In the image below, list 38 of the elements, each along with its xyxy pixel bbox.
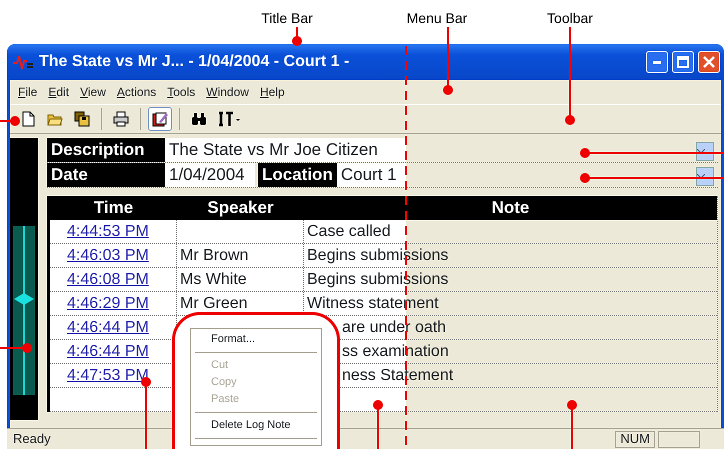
- column-header: Speaker: [206, 197, 275, 220]
- column-header: Note: [490, 197, 530, 220]
- menu-item[interactable]: Tools: [163, 83, 202, 101]
- status-indicator: NUM: [615, 430, 655, 448]
- table-cell-text: Begins submissions: [307, 270, 448, 290]
- menu-item[interactable]: Delete Log Note: [191, 417, 321, 434]
- field-label: Date: [47, 163, 165, 187]
- date-field[interactable]: 1/04/2004: [165, 163, 255, 187]
- time-link[interactable]: 4:46:29 PM: [53, 292, 149, 316]
- field-label: Location: [258, 163, 337, 187]
- table-cell-text: Mr Brown: [180, 246, 248, 266]
- time-link[interactable]: 4:44:53 PM: [53, 220, 149, 244]
- table-cell-text: Begins submissions: [307, 246, 448, 266]
- time-link[interactable]: 4:46:08 PM: [53, 268, 149, 292]
- menu-item[interactable]: Edit: [44, 83, 76, 101]
- menu-item[interactable]: View: [76, 83, 113, 101]
- field-label: Description: [47, 138, 165, 162]
- table-cell-text: ness Statement: [342, 366, 454, 386]
- table-cell-text: Mr Green: [180, 294, 248, 314]
- time-link[interactable]: 4:46:44 PM: [53, 340, 149, 364]
- menu-item[interactable]: File: [14, 83, 44, 101]
- location-field[interactable]: Court 1: [340, 162, 397, 188]
- callout-label: Title Bar: [261, 9, 313, 28]
- callout-label: Toolbar: [547, 9, 593, 28]
- table-cell-text: Case called: [307, 222, 391, 242]
- menu-item[interactable]: Help: [256, 83, 292, 101]
- menu-item[interactable]: Format...: [191, 331, 321, 348]
- menu-item[interactable]: Actions: [112, 83, 164, 101]
- table-cell-text: are under oath: [342, 318, 446, 338]
- table-cell-text: Witness statement: [307, 294, 439, 314]
- table-cell-text: Ms White: [180, 270, 247, 290]
- window-title: The State vs Mr J... - 1/04/2004 - Court 1 -: [39, 52, 350, 72]
- time-link[interactable]: 4:46:44 PM: [53, 316, 149, 340]
- menu-item[interactable]: Window: [202, 83, 256, 101]
- callout-label: Menu Bar: [406, 9, 468, 28]
- time-link[interactable]: 4:46:03 PM: [53, 244, 149, 268]
- status-text: Ready: [13, 430, 51, 448]
- column-header: Time: [92, 197, 134, 220]
